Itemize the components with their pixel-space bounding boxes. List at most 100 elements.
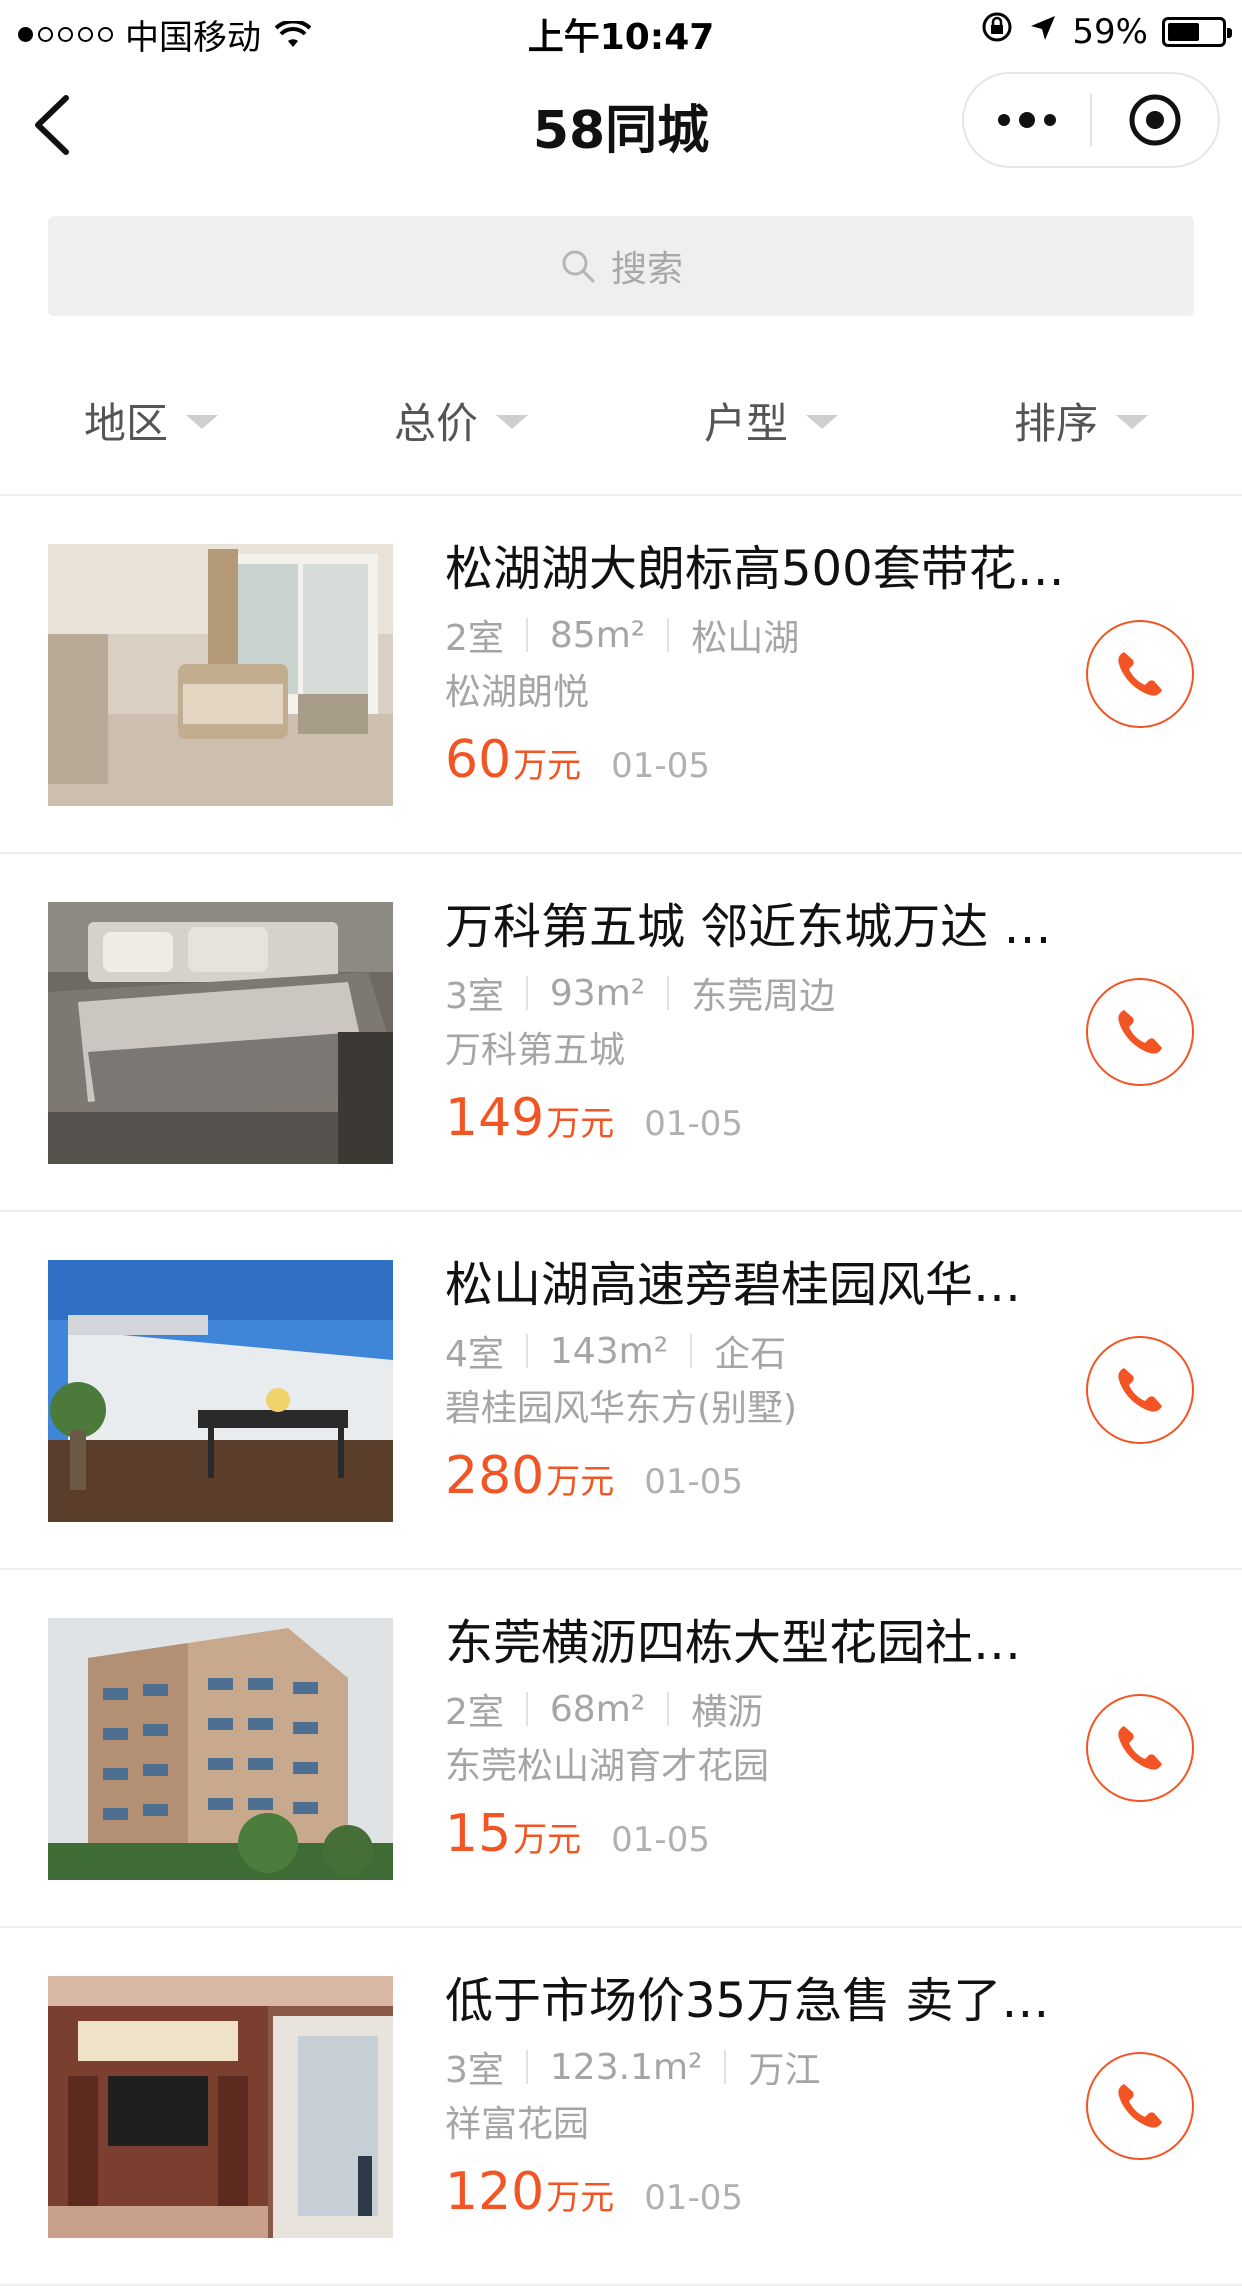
listing-date: 01-05	[644, 1104, 744, 1144]
status-bar: 中国移动 上午10:47 59%	[0, 0, 1242, 60]
filter-region[interactable]: 地区	[84, 370, 219, 470]
location-arrow-icon	[1028, 12, 1058, 52]
search-input[interactable]: 搜索	[48, 216, 1194, 316]
listing-item[interactable]: 松山湖高速旁碧桂园风华… 4室 143 m² 企石 碧桂园风华东方(别墅) 280…	[0, 1212, 1242, 1570]
filter-sort[interactable]: 排序	[1014, 370, 1149, 470]
listing-price-unit: 万元	[546, 2178, 615, 2218]
listing-rooms: 2室	[445, 1692, 504, 1733]
filter-layout[interactable]: 户型	[704, 370, 839, 470]
listing-price-unit: 万元	[546, 1462, 615, 1502]
listing-list: 松湖湖大朗标高500套带花… 2室 85 m² 松山湖 松湖朗悦 60 万元 01…	[0, 496, 1242, 2286]
listing-price-row: 120 万元 01-05	[445, 2162, 1105, 2224]
listing-area-unit: m²	[595, 972, 646, 1014]
phone-icon	[1118, 2084, 1162, 2128]
call-button[interactable]	[1086, 1694, 1194, 1802]
listing-title: 低于市场价35万急售 卖了…	[445, 1973, 1050, 2029]
listing-price-row: 15 万元 01-05	[445, 1804, 1105, 1866]
filter-label: 地区	[84, 398, 169, 448]
miniprogram-capsule	[962, 72, 1220, 168]
listing-area: 123.1	[549, 2046, 653, 2088]
listing-info: 东莞横沥四栋大型花园社… 2室 68 m² 横沥 东莞松山湖育才花园 15 万元 …	[445, 1610, 1105, 1866]
listing-info: 松湖湖大朗标高500套带花… 2室 85 m² 松山湖 松湖朗悦 60 万元 01…	[445, 536, 1105, 792]
phone-icon	[1118, 1010, 1162, 1054]
caret-down-icon	[1116, 415, 1149, 429]
listing-price: 15	[445, 1804, 512, 1864]
phone-icon	[1118, 1726, 1162, 1770]
separator	[525, 1692, 528, 1726]
listing-district: 万江	[748, 2050, 821, 2091]
listing-community: 万科第五城	[445, 1030, 626, 1071]
caret-down-icon	[806, 415, 839, 429]
listing-info: 万科第五城 邻近东城万达 … 3室 93 m² 东莞周边 万科第五城 149 万元…	[445, 894, 1105, 1150]
listing-meta: 2室 85 m² 松山湖	[445, 612, 1105, 660]
more-dots-icon	[998, 112, 1056, 128]
target-circle-icon	[1129, 94, 1181, 146]
separator	[525, 2050, 528, 2084]
search-icon	[562, 250, 595, 283]
listing-title: 松湖湖大朗标高500套带花…	[445, 541, 1065, 597]
listing-photo	[48, 1260, 393, 1522]
listing-title: 松山湖高速旁碧桂园风华…	[445, 1257, 1022, 1313]
listing-area-unit: m²	[595, 614, 646, 656]
listing-meta: 4室 143 m² 企石	[445, 1328, 1105, 1376]
listing-price-row: 280 万元 01-05	[445, 1446, 1105, 1508]
listing-price-unit: 万元	[546, 1104, 615, 1144]
listing-meta: 2室 68 m² 横沥	[445, 1686, 1105, 1734]
listing-price-row: 149 万元 01-05	[445, 1088, 1105, 1150]
listing-area: 143	[549, 1330, 619, 1372]
listing-item[interactable]: 低于市场价35万急售 卖了… 3室 123.1 m² 万江 祥富花园 120 万元…	[0, 1928, 1242, 2286]
separator	[690, 1334, 693, 1368]
listing-price-row: 60 万元 01-05	[445, 730, 1105, 792]
listing-price: 60	[445, 730, 512, 790]
listing-price: 149	[445, 1088, 545, 1148]
listing-item[interactable]: 万科第五城 邻近东城万达 … 3室 93 m² 东莞周边 万科第五城 149 万元…	[0, 854, 1242, 1212]
separator	[525, 1334, 528, 1368]
listing-photo	[48, 544, 393, 806]
listing-photo	[48, 1618, 393, 1880]
listing-rooms: 3室	[445, 2050, 504, 2091]
listing-meta: 3室 123.1 m² 万江	[445, 2044, 1105, 2092]
listing-community: 东莞松山湖育才花园	[445, 1746, 770, 1787]
navigation-bar: 58同城	[0, 64, 1242, 180]
filter-total-price[interactable]: 总价	[394, 370, 529, 470]
phone-icon	[1118, 652, 1162, 696]
listing-area-unit: m²	[595, 1688, 646, 1730]
listing-date: 01-05	[611, 1820, 710, 1860]
listing-date: 01-05	[644, 1462, 744, 1502]
call-button[interactable]	[1086, 2052, 1194, 2160]
separator	[667, 618, 670, 652]
caret-down-icon	[186, 415, 219, 429]
more-button[interactable]	[964, 74, 1090, 166]
listing-price: 280	[445, 1446, 545, 1506]
listing-photo	[48, 1976, 393, 2238]
separator	[667, 1692, 670, 1726]
listing-district: 横沥	[691, 1692, 764, 1733]
filter-label: 总价	[394, 398, 479, 448]
listing-district: 企石	[714, 1334, 787, 1375]
listing-area: 85	[549, 614, 596, 656]
listing-community: 碧桂园风华东方(别墅)	[445, 1388, 798, 1429]
listing-area: 68	[549, 1688, 596, 1730]
listing-title: 万科第五城 邻近东城万达 …	[445, 899, 1052, 955]
listing-district: 松山湖	[691, 618, 800, 659]
battery-percent: 59%	[1072, 11, 1148, 52]
listing-date: 01-05	[611, 746, 710, 786]
search-placeholder: 搜索	[610, 249, 683, 290]
call-button[interactable]	[1086, 620, 1194, 728]
listing-meta: 3室 93 m² 东莞周边	[445, 970, 1105, 1018]
call-button[interactable]	[1086, 1336, 1194, 1444]
listing-item[interactable]: 东莞横沥四栋大型花园社… 2室 68 m² 横沥 东莞松山湖育才花园 15 万元 …	[0, 1570, 1242, 1928]
listing-community: 祥富花园	[445, 2104, 590, 2145]
listing-info: 低于市场价35万急售 卖了… 3室 123.1 m² 万江 祥富花园 120 万元…	[445, 1968, 1105, 2224]
phone-icon	[1118, 1368, 1162, 1412]
battery-icon	[1162, 16, 1232, 47]
close-miniprogram-button[interactable]	[1092, 74, 1218, 166]
filter-label: 排序	[1014, 398, 1099, 448]
call-button[interactable]	[1086, 978, 1194, 1086]
listing-price: 120	[445, 2162, 545, 2222]
orientation-lock-icon	[980, 10, 1014, 53]
listing-item[interactable]: 松湖湖大朗标高500套带花… 2室 85 m² 松山湖 松湖朗悦 60 万元 01…	[0, 496, 1242, 854]
caret-down-icon	[496, 415, 529, 429]
listing-area: 93	[549, 972, 596, 1014]
listing-area-unit: m²	[652, 2046, 703, 2088]
